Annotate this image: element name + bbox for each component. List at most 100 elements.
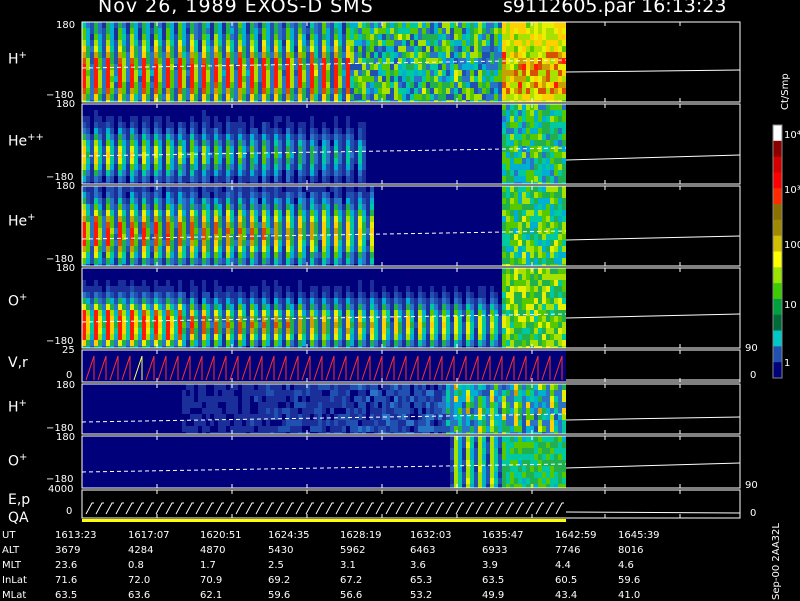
heatmap-cell xyxy=(478,52,482,58)
heatmap-cell xyxy=(278,198,282,204)
heatmap-cell xyxy=(246,210,250,216)
heatmap-cell xyxy=(546,94,550,100)
heatmap-cell xyxy=(218,204,222,210)
heatmap-cell xyxy=(482,110,486,116)
heatmap-cell xyxy=(194,58,198,64)
heatmap-cell xyxy=(166,222,170,228)
heatmap-cell xyxy=(386,152,390,158)
heatmap-cell xyxy=(182,70,186,76)
heatmap-cell xyxy=(394,176,398,182)
heatmap-cell xyxy=(514,210,518,216)
heatmap-cell xyxy=(190,204,194,210)
heatmap-cell xyxy=(394,246,398,252)
heatmap-cell xyxy=(106,34,110,40)
heatmap-cell xyxy=(346,258,350,264)
heatmap-cell xyxy=(114,122,118,128)
heatmap-cell xyxy=(438,204,442,210)
heatmap-cell xyxy=(322,258,326,264)
heatmap-cell xyxy=(190,64,194,70)
heatmap-cell xyxy=(518,246,522,252)
heatmap-cell xyxy=(246,140,250,146)
heatmap-cell xyxy=(230,210,234,216)
heatmap-cell xyxy=(402,152,406,158)
heatmap-cell xyxy=(398,70,402,76)
heatmap-cell xyxy=(354,110,358,116)
heatmap-cell xyxy=(330,22,334,28)
heatmap-cell xyxy=(426,164,430,170)
heatmap-cell xyxy=(130,116,134,122)
heatmap-cell xyxy=(366,234,370,240)
heatmap-cell xyxy=(430,192,434,198)
heatmap-cell xyxy=(482,134,486,140)
heatmap-cell xyxy=(142,94,146,100)
heatmap-cell xyxy=(334,216,338,222)
heatmap-cell xyxy=(322,152,326,158)
heatmap-cell xyxy=(246,170,250,176)
heatmap-cell xyxy=(518,22,522,28)
heatmap-cell xyxy=(306,34,310,40)
heatmap-cell xyxy=(466,170,470,176)
heatmap-cell xyxy=(266,134,270,140)
heatmap-cell xyxy=(98,246,102,252)
heatmap-cell xyxy=(194,146,198,152)
heatmap-cell xyxy=(442,240,446,246)
heatmap-cell xyxy=(358,170,362,176)
heatmap-cell xyxy=(374,64,378,70)
heatmap-cell xyxy=(110,192,114,198)
heatmap-cell xyxy=(554,28,558,34)
heatmap-cell xyxy=(298,140,302,146)
heatmap-cell xyxy=(538,58,542,64)
heatmap-cell xyxy=(470,152,474,158)
heatmap-cell xyxy=(398,204,402,210)
heatmap-cell xyxy=(498,40,502,46)
heatmap-cell xyxy=(306,122,310,128)
heatmap-cell xyxy=(498,140,502,146)
heatmap-cell xyxy=(86,198,90,204)
heatmap-cell xyxy=(374,128,378,134)
heatmap-cell xyxy=(526,204,530,210)
heatmap-cell xyxy=(178,34,182,40)
heatmap-cell xyxy=(366,64,370,70)
heatmap-cell xyxy=(314,258,318,264)
heatmap-cell xyxy=(310,28,314,34)
heatmap-cell xyxy=(186,210,190,216)
heatmap-cell xyxy=(170,228,174,234)
heatmap-cell xyxy=(406,158,410,164)
heatmap-cell xyxy=(138,88,142,94)
heatmap-cell xyxy=(278,40,282,46)
heatmap-cell xyxy=(462,198,466,204)
heatmap-cell xyxy=(206,192,210,198)
heatmap-cell xyxy=(406,170,410,176)
heatmap-cell xyxy=(538,64,542,70)
heatmap-cell xyxy=(530,46,534,52)
heatmap-cell xyxy=(450,204,454,210)
heatmap-cell xyxy=(246,216,250,222)
heatmap-cell xyxy=(178,46,182,52)
heatmap-cell xyxy=(90,246,94,252)
heatmap-cell xyxy=(206,94,210,100)
heatmap-cell xyxy=(514,110,518,116)
heatmap-cell xyxy=(218,176,222,182)
heatmap-cell xyxy=(222,134,226,140)
heatmap-cell xyxy=(522,176,526,182)
heatmap-cell xyxy=(174,116,178,122)
heatmap-cell xyxy=(462,170,466,176)
heatmap-cell xyxy=(230,152,234,158)
heatmap-cell xyxy=(390,28,394,34)
heatmap-cell xyxy=(82,22,86,28)
heatmap-cell xyxy=(338,116,342,122)
heatmap-cell xyxy=(150,228,154,234)
heatmap-cell xyxy=(326,198,330,204)
heatmap-cell xyxy=(90,240,94,246)
heatmap-cell xyxy=(418,58,422,64)
heatmap-cell xyxy=(242,110,246,116)
heatmap-cell xyxy=(322,22,326,28)
heatmap-cell xyxy=(494,198,498,204)
heatmap-cell xyxy=(530,40,534,46)
heatmap-cell xyxy=(502,216,506,222)
heatmap-cell xyxy=(494,222,498,228)
heatmap-cell xyxy=(362,246,366,252)
heatmap-cell xyxy=(178,170,182,176)
heatmap-cell xyxy=(354,140,358,146)
heatmap-cell xyxy=(174,204,178,210)
